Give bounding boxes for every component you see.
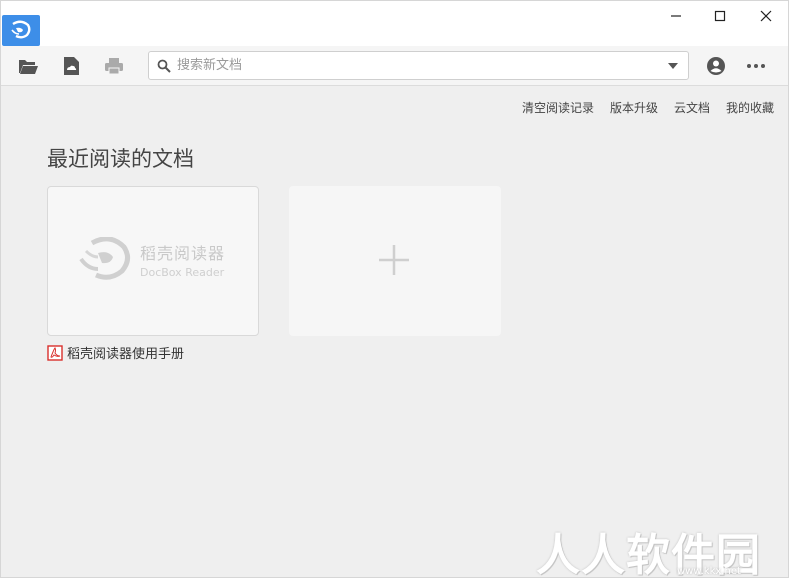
chevron-down-icon[interactable] [668, 63, 678, 69]
open-folder-button[interactable] [16, 54, 40, 78]
search-icon [157, 59, 171, 73]
user-account-icon [707, 57, 725, 75]
printer-icon [105, 58, 123, 75]
more-options-icon [747, 64, 765, 68]
close-icon [760, 10, 772, 22]
favorites-link[interactable]: 我的收藏 [726, 99, 774, 116]
toolbar [1, 46, 788, 86]
cloud-document-button[interactable] [59, 54, 83, 78]
clear-history-link[interactable]: 清空阅读记录 [522, 99, 594, 116]
watermark-url: www.kkx.net [677, 566, 741, 577]
document-thumbnail: 稻壳阅读器 DocBox Reader [78, 237, 225, 281]
more-options-button[interactable] [744, 54, 768, 78]
document-name: 稻壳阅读器使用手册 [67, 347, 185, 362]
search-input[interactable] [177, 52, 657, 79]
app-window: 清空阅读记录 版本升级 云文档 我的收藏 最近阅读的文档 稻壳阅读器 DocBo… [0, 0, 789, 578]
cloud-docs-link[interactable]: 云文档 [674, 99, 710, 116]
close-button[interactable] [743, 1, 789, 31]
cloud-document-icon [64, 57, 79, 75]
minimize-button[interactable] [653, 1, 699, 31]
docbox-logo-icon [79, 237, 130, 280]
maximize-button[interactable] [697, 1, 743, 31]
thumbnail-title: 稻壳阅读器 [140, 243, 226, 263]
upgrade-link[interactable]: 版本升级 [610, 99, 658, 116]
add-document-card[interactable] [289, 186, 501, 336]
plus-icon [379, 245, 409, 275]
minimize-icon [671, 15, 681, 17]
maximize-icon [714, 10, 726, 22]
docbox-logo-icon [11, 20, 31, 39]
thumbnail-subtitle: DocBox Reader [140, 265, 225, 279]
pdf-file-icon [47, 344, 63, 361]
recent-documents-title: 最近阅读的文档 [47, 147, 194, 171]
user-account-button[interactable] [704, 54, 728, 78]
top-links: 清空阅读记录 版本升级 云文档 我的收藏 [522, 99, 774, 116]
title-bar [1, 1, 788, 46]
folder-open-icon [19, 60, 38, 74]
recent-document-link[interactable]: 稻壳阅读器使用手册 [47, 343, 184, 362]
print-button[interactable] [102, 54, 126, 78]
app-logo [2, 15, 40, 46]
recent-document-card[interactable]: 稻壳阅读器 DocBox Reader [47, 186, 259, 336]
search-box [148, 51, 689, 80]
